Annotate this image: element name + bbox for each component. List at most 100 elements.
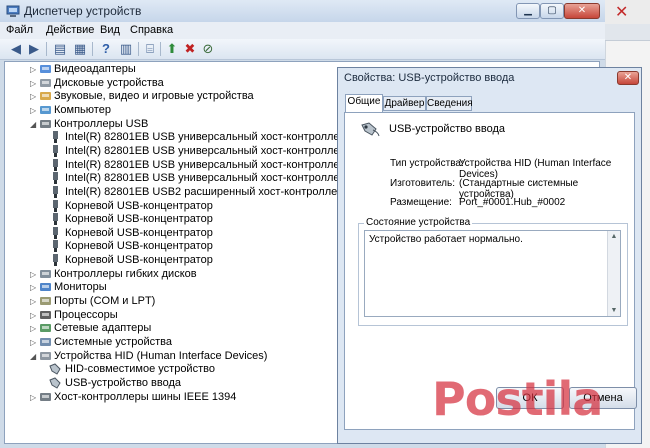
tab-general[interactable]: Общие [345,94,383,112]
manufacturer-label: Изготовитель: [390,178,455,189]
input-device-icon [361,122,380,137]
toolbar-divider [92,42,93,56]
floppy-controller-icon [39,268,52,280]
menu-file[interactable]: Файл [6,24,33,36]
device-status-textbox[interactable]: Устройство работает нормально. ▲ ▼ [364,230,621,317]
usb-plug-icon [49,185,62,198]
hid-icon [39,350,52,362]
tree-item-label: Сетевые адаптеры [54,322,152,335]
ieee1394-icon [39,391,52,403]
back-arrow-icon[interactable]: ◀ [8,41,24,57]
expand-arrow-icon[interactable]: ▷ [30,339,37,347]
tree-item-label: Видеоадаптеры [54,63,136,75]
tab-driver[interactable]: Драйвер [383,96,426,111]
usb-plug-icon [49,172,62,185]
menu-help[interactable]: Справка [130,24,173,36]
tree-item-label: Контроллеры гибких дисков [54,267,197,280]
dialog-title: Свойства: USB-устройство ввода [344,72,515,84]
properties-icon[interactable]: ▦ [72,41,88,57]
expand-arrow-icon[interactable]: ▷ [30,311,37,319]
toolbar-divider [160,42,161,56]
device-status-label: Состояние устройства [364,217,473,228]
tree-item-label: USB-устройство ввода [65,376,181,389]
expand-arrow-icon[interactable]: ▷ [30,66,37,74]
collapse-arrow-icon[interactable]: ◢ [30,120,37,128]
display-adapter-icon [39,63,52,75]
disable-device-icon[interactable]: ⊘ [200,41,216,57]
usb-plug-icon [49,226,62,239]
forward-arrow-icon[interactable]: ▶ [26,41,42,57]
hid-device-icon [49,363,62,375]
update-driver-icon[interactable]: ⬆ [164,41,180,57]
tree-item-label: HID-совместимое устройство [65,363,215,376]
show-hidden-icon[interactable]: ▥ [118,41,134,57]
disk-drive-icon [39,77,52,89]
device-type-label: Тип устройства: [390,158,464,169]
menu-action[interactable]: Действие [46,24,94,36]
status-scrollbar[interactable]: ▲ ▼ [607,231,620,316]
device-manager-icon [6,5,20,17]
tree-item-label: Контроллеры USB [54,117,149,130]
background-toolbar [605,24,650,41]
title-bar[interactable]: Диспетчер устройств ▁ ▢ ✕ [0,0,605,22]
tree-item-label: Корневой USB-концентратор [65,199,213,212]
tree-item-label: Intel(R) 82801EB USB2 расширенный хост-к… [65,185,382,198]
close-button[interactable]: ✕ [564,3,600,19]
toolbar: ◀ ▶ ▤ ▦ ? ▥ ⌸ ⬆ ✖ ⊘ [0,39,605,60]
expand-arrow-icon[interactable]: ▷ [30,106,37,114]
tree-item-label: Хост-контроллеры шины IEEE 1394 [54,390,237,403]
minimize-button[interactable]: ▁ [516,3,540,19]
system-device-icon [39,336,52,348]
scroll-down-icon[interactable]: ▼ [608,305,620,316]
expand-arrow-icon[interactable]: ▷ [30,298,37,306]
monitor-icon [39,281,52,293]
expand-arrow-icon[interactable]: ▷ [30,270,37,278]
port-icon [39,295,52,307]
menu-view[interactable]: Вид [100,24,120,36]
expand-arrow-icon[interactable]: ▷ [30,93,37,101]
tree-item-label: Компьютер [54,103,111,116]
usb-plug-icon [49,213,62,226]
tree-item-label: Intel(R) 82801EB USB универсальный хост-… [65,144,382,157]
sound-icon [39,90,52,102]
dialog-close-button[interactable]: ✕ [617,71,639,85]
menu-bar: Файл Действие Вид Справка [0,22,605,40]
usb-plug-icon [49,144,62,157]
window-title: Диспетчер устройств [24,4,142,18]
usb-plug-icon [49,240,62,253]
maximize-button[interactable]: ▢ [540,3,564,19]
show-hide-console-tree-icon[interactable]: ▤ [52,41,68,57]
usb-plug-icon [49,131,62,144]
expand-arrow-icon[interactable]: ▷ [30,79,37,87]
device-status-text: Устройство работает нормально. [369,234,523,245]
device-status-group: Состояние устройства Устройство работает… [358,217,628,326]
tree-item-label: Корневой USB-концентратор [65,240,213,253]
tree-item-label: Корневой USB-концентратор [65,254,213,267]
watermark-logo: Postila [432,372,603,426]
tree-item-label: Системные устройства [54,336,173,348]
tree-item-label: Дисковые устройства [54,76,164,89]
tree-item-label: Корневой USB-концентратор [65,213,213,226]
expand-arrow-icon[interactable]: ▷ [30,325,37,333]
scroll-up-icon[interactable]: ▲ [608,231,620,242]
expand-arrow-icon[interactable]: ▷ [30,393,37,401]
tree-item-label: Мониторы [54,281,107,294]
location-label: Размещение: [390,197,452,208]
usb-plug-icon [49,158,62,171]
tree-item-label: Устройства HID (Human Interface Devices) [54,349,268,362]
scan-hardware-icon[interactable]: ⌸ [142,41,158,57]
usb-icon [39,118,52,130]
collapse-arrow-icon[interactable]: ◢ [30,352,37,360]
uninstall-icon[interactable]: ✖ [182,41,198,57]
usb-plug-icon [49,199,62,212]
computer-icon [39,104,52,116]
close-icon[interactable]: ✕ [615,2,628,22]
tree-item-label: Intel(R) 82801EB USB универсальный хост-… [65,131,382,144]
tree-item-label: Intel(R) 82801EB USB универсальный хост-… [65,172,383,185]
tab-details[interactable]: Сведения [426,96,473,111]
expand-arrow-icon[interactable]: ▷ [30,284,37,292]
help-icon[interactable]: ? [98,41,114,57]
processor-icon [39,309,52,321]
tree-item-label: Порты (COM и LPT) [54,295,156,308]
device-name: USB-устройство ввода [389,123,505,135]
